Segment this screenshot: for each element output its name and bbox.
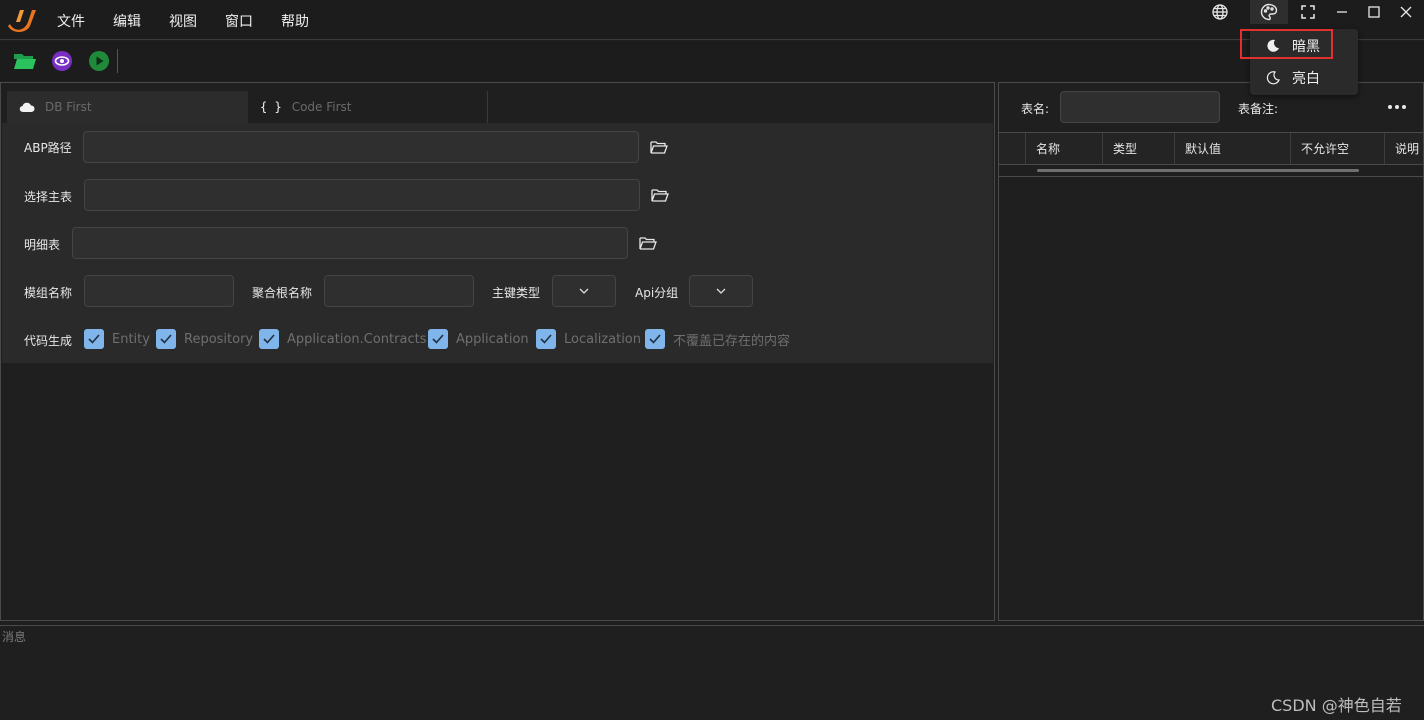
check-icon xyxy=(536,329,556,349)
checkbox-application-label: Application xyxy=(456,331,529,347)
column-header-default[interactable]: 默认值 xyxy=(1174,133,1290,164)
language-button[interactable] xyxy=(1204,0,1236,24)
menu-help[interactable]: 帮助 xyxy=(281,11,309,31)
eye-icon xyxy=(52,51,72,71)
toolbar xyxy=(0,41,1424,81)
message-panel: 消息 CSDN @神色自若 xyxy=(0,625,1424,720)
fullscreen-icon xyxy=(1301,5,1315,19)
chevron-down-icon xyxy=(579,288,589,294)
checkbox-application-contracts[interactable]: Application.Contracts xyxy=(259,329,426,349)
columns-table-header: 名称 类型 默认值 不允许空 说明 xyxy=(999,132,1423,165)
api-group-select[interactable] xyxy=(689,275,753,307)
theme-option-light[interactable]: 亮白 xyxy=(1250,63,1358,93)
maximize-icon xyxy=(1368,6,1380,18)
aggregate-root-label: 聚合根名称 xyxy=(252,286,313,300)
moon-outline-icon xyxy=(1266,71,1280,85)
aggregate-root-input[interactable] xyxy=(324,275,474,307)
tab-db-first-label: DB First xyxy=(45,100,92,114)
column-header-description[interactable]: 说明 xyxy=(1384,133,1423,164)
preview-button[interactable] xyxy=(50,50,74,72)
menu-file[interactable]: 文件 xyxy=(57,11,85,31)
table-name-label: 表名: xyxy=(1021,102,1050,116)
more-icon xyxy=(1388,105,1392,109)
tab-db-first[interactable]: DB First xyxy=(7,91,248,123)
menu-bar: 文件 编辑 视图 窗口 帮助 xyxy=(0,0,1424,40)
form-area: ABP路径 选择主表 明细表 模组名称 聚合根名称 主键类型 Api分组 代码生… xyxy=(2,123,993,363)
minimize-button[interactable] xyxy=(1326,0,1358,24)
close-icon xyxy=(1400,6,1412,18)
main-table-label: 选择主表 xyxy=(24,190,73,204)
folder-icon xyxy=(651,189,669,202)
open-folder-button[interactable] xyxy=(13,50,37,72)
tab-bar: DB First { } Code First xyxy=(7,91,989,123)
more-button[interactable] xyxy=(1385,97,1409,117)
app-logo xyxy=(8,10,36,32)
close-button[interactable] xyxy=(1390,0,1422,24)
detail-table-browse-button[interactable] xyxy=(638,233,658,253)
checkbox-application[interactable]: Application xyxy=(428,329,529,349)
maximize-button[interactable] xyxy=(1358,0,1390,24)
globe-icon xyxy=(1212,4,1228,20)
main-table-browse-button[interactable] xyxy=(650,185,670,205)
fullscreen-button[interactable] xyxy=(1292,0,1324,24)
check-icon xyxy=(645,329,665,349)
table-name-input[interactable] xyxy=(1060,91,1220,123)
chevron-down-icon xyxy=(716,288,726,294)
watermark: CSDN @神色自若 xyxy=(1271,696,1402,715)
folder-open-icon xyxy=(14,54,36,69)
tab-code-first-label: Code First xyxy=(291,100,352,114)
tab-code-first[interactable]: { } Code First xyxy=(248,91,488,123)
checkbox-no-overwrite[interactable]: 不覆盖已存在的内容 xyxy=(645,329,790,349)
table-comment-label: 表备注: xyxy=(1238,102,1279,116)
check-icon xyxy=(259,329,279,349)
checkbox-entity[interactable]: Entity xyxy=(84,329,150,349)
minimize-icon xyxy=(1337,11,1347,13)
codegen-label: 代码生成 xyxy=(24,334,73,348)
braces-icon: { } xyxy=(260,100,282,114)
run-button[interactable] xyxy=(87,50,111,72)
table-info-panel: 表名: 表备注: 名称 类型 默认值 不允许空 说明 xyxy=(998,82,1424,621)
message-label: 消息 xyxy=(2,630,27,644)
module-name-input[interactable] xyxy=(84,275,234,307)
theme-option-light-label: 亮白 xyxy=(1292,71,1320,87)
column-header-not-null[interactable]: 不允许空 xyxy=(1290,133,1384,164)
checkbox-localization[interactable]: Localization xyxy=(536,329,641,349)
detail-table-label: 明细表 xyxy=(24,238,61,252)
divider xyxy=(999,176,1423,177)
folder-icon xyxy=(639,237,657,250)
play-icon xyxy=(89,51,109,71)
abp-path-browse-button[interactable] xyxy=(649,137,669,157)
abp-path-label: ABP路径 xyxy=(24,141,72,155)
detail-table-input[interactable] xyxy=(72,227,628,259)
checkbox-localization-label: Localization xyxy=(564,331,641,347)
menu-edit[interactable]: 编辑 xyxy=(113,11,141,31)
generator-panel: DB First { } Code First ABP路径 选择主表 明细表 模… xyxy=(0,82,995,621)
checkbox-repository-label: Repository xyxy=(184,331,254,347)
api-group-label: Api分组 xyxy=(635,286,679,300)
check-icon xyxy=(84,329,104,349)
checkbox-entity-label: Entity xyxy=(112,331,150,347)
main-table-input[interactable] xyxy=(84,179,640,211)
highlight-box xyxy=(1240,29,1333,59)
checkbox-application-contracts-label: Application.Contracts xyxy=(287,331,427,347)
abp-path-input[interactable] xyxy=(83,131,639,163)
palette-icon xyxy=(1260,3,1278,21)
column-header-type[interactable]: 类型 xyxy=(1102,133,1174,164)
check-icon xyxy=(428,329,448,349)
horizontal-scrollbar[interactable] xyxy=(1037,169,1359,172)
module-name-label: 模组名称 xyxy=(24,286,73,300)
menu-window[interactable]: 窗口 xyxy=(225,11,253,31)
column-header-name[interactable]: 名称 xyxy=(1025,133,1102,164)
theme-button[interactable] xyxy=(1250,0,1288,24)
check-icon xyxy=(156,329,176,349)
key-type-label: 主键类型 xyxy=(492,286,541,300)
menu-view[interactable]: 视图 xyxy=(169,11,197,31)
cloud-icon xyxy=(19,102,35,113)
folder-icon xyxy=(650,141,668,154)
key-type-select[interactable] xyxy=(552,275,616,307)
checkbox-repository[interactable]: Repository xyxy=(156,329,253,349)
toolbar-separator xyxy=(117,49,118,73)
checkbox-no-overwrite-label: 不覆盖已存在的内容 xyxy=(673,333,791,349)
